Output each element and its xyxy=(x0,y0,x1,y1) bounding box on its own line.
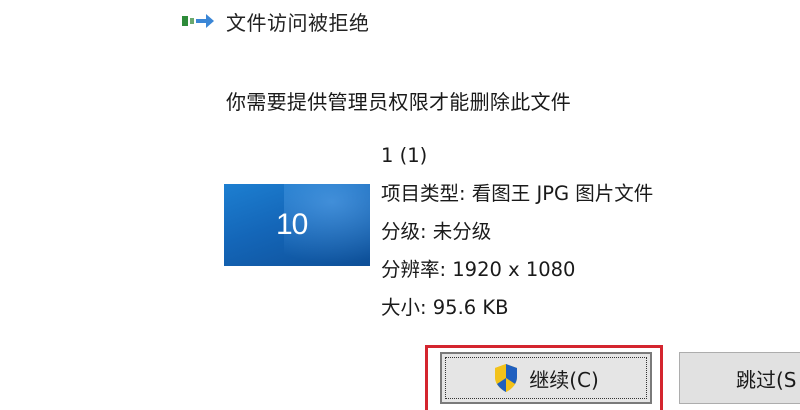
dialog-title: 文件访问被拒绝 xyxy=(226,10,370,35)
file-details: 1 (1) 项目类型: 看图王 JPG 图片文件 分级: 未分级 分辨率: 19… xyxy=(381,137,653,327)
file-resolution: 分辨率: 1920 x 1080 xyxy=(381,258,576,281)
file-access-denied-dialog: 文件访问被拒绝 你需要提供管理员权限才能删除此文件 10 1 (1) 项目类型:… xyxy=(0,0,800,410)
file-move-icon xyxy=(180,10,220,32)
file-name: 1 (1) xyxy=(381,144,428,167)
dialog-title-bar: 文件访问被拒绝 xyxy=(180,6,370,36)
continue-button-label: 继续(C) xyxy=(529,367,599,392)
uac-shield-icon xyxy=(493,363,519,393)
file-type: 项目类型: 看图王 JPG 图片文件 xyxy=(381,182,654,205)
continue-button[interactable]: 继续(C) xyxy=(440,352,652,404)
permission-message: 你需要提供管理员权限才能删除此文件 xyxy=(226,90,572,114)
skip-button[interactable]: 跳过(S xyxy=(679,352,800,404)
file-rating: 分级: 未分级 xyxy=(381,220,492,243)
file-thumbnail: 10 xyxy=(224,184,370,266)
skip-button-label: 跳过(S xyxy=(736,367,797,392)
thumbnail-text: 10 xyxy=(276,208,308,241)
file-size: 大小: 95.6 KB xyxy=(381,296,509,319)
